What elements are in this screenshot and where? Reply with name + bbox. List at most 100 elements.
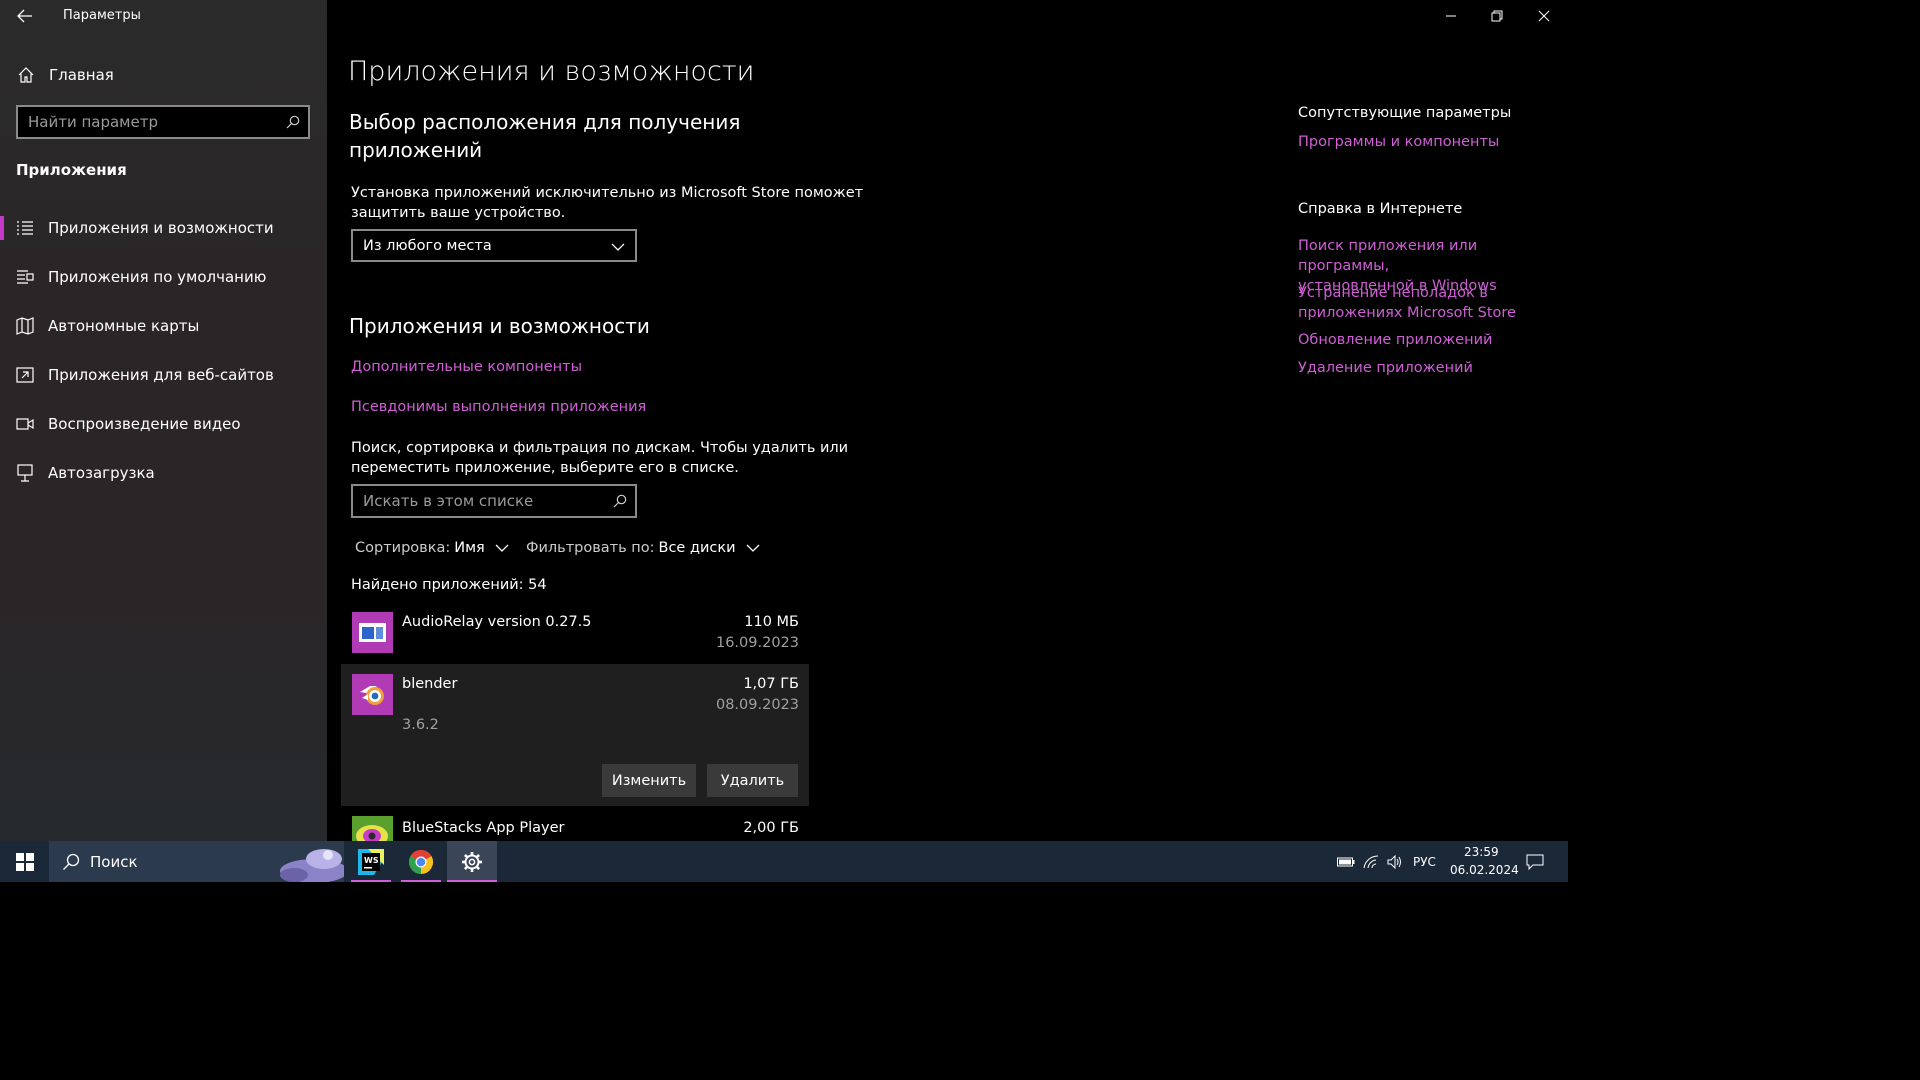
app-name: blender bbox=[402, 676, 458, 692]
running-indicator bbox=[447, 880, 497, 882]
running-indicator bbox=[401, 880, 441, 882]
sidebar-item-label: Приложения для веб-сайтов bbox=[48, 366, 274, 384]
apps-found-count: Найдено приложений: 54 bbox=[351, 577, 547, 593]
location-description: Установка приложений исключительно из Mi… bbox=[351, 183, 863, 223]
start-button[interactable] bbox=[0, 841, 49, 882]
app-name: BlueStacks App Player bbox=[402, 820, 565, 836]
restore-button[interactable] bbox=[1474, 0, 1520, 32]
wifi-icon bbox=[1363, 854, 1379, 868]
notification-center-button[interactable] bbox=[1518, 841, 1552, 882]
location-heading-line: Выбор расположения для получения bbox=[349, 110, 741, 134]
sort-dropdown[interactable]: Сортировка: Имя bbox=[355, 540, 509, 556]
help-link-update-apps[interactable]: Обновление приложений bbox=[1298, 330, 1492, 350]
video-icon bbox=[16, 418, 34, 430]
sidebar-home[interactable]: Главная bbox=[0, 55, 327, 95]
list-item[interactable]: BlueStacks App Player 2,00 ГБ bbox=[341, 810, 809, 841]
close-button[interactable] bbox=[1521, 0, 1567, 32]
search-icon bbox=[63, 853, 80, 870]
bluestacks-icon bbox=[352, 816, 393, 841]
taskbar-search-label: Поиск bbox=[90, 852, 138, 871]
svg-text:WS: WS bbox=[364, 856, 379, 865]
settings-search-box[interactable] bbox=[16, 105, 310, 139]
map-icon bbox=[16, 317, 34, 335]
battery-tray-icon[interactable] bbox=[1334, 841, 1358, 882]
search-description-line: переместить приложение, выберите его в с… bbox=[351, 460, 739, 476]
app-date: 08.09.2023 bbox=[715, 697, 799, 713]
app-size: 1,07 ГБ bbox=[743, 676, 799, 692]
help-link-uninstall-apps[interactable]: Удаление приложений bbox=[1298, 358, 1473, 378]
filter-dropdown[interactable]: Фильтровать по: Все диски bbox=[526, 540, 760, 556]
dropdown-value: Из любого места bbox=[363, 237, 492, 254]
web-app-icon bbox=[16, 367, 34, 383]
optional-features-link[interactable]: Дополнительные компоненты bbox=[351, 359, 582, 375]
location-description-line: защитить ваше устройство. bbox=[351, 205, 566, 221]
sidebar-item-startup[interactable]: Автозагрузка bbox=[0, 453, 327, 493]
chevron-down-icon bbox=[746, 544, 760, 552]
close-icon bbox=[1538, 10, 1550, 22]
sort-value: Имя bbox=[454, 540, 485, 556]
back-arrow-icon bbox=[17, 9, 32, 23]
sidebar-item-video-playback[interactable]: Воспроизведение видео bbox=[0, 404, 327, 444]
filter-value: Все диски bbox=[658, 540, 736, 556]
app-version: 3.6.2 bbox=[402, 717, 439, 733]
chevron-down-icon bbox=[495, 544, 509, 552]
list-item-selected[interactable]: blender 1,07 ГБ 08.09.2023 3.6.2 Изменит… bbox=[341, 664, 809, 806]
blender-icon bbox=[352, 674, 393, 715]
app-execution-aliases-link[interactable]: Псевдонимы выполнения приложения bbox=[351, 399, 646, 415]
app-date: 16.09.2023 bbox=[715, 635, 799, 651]
back-button[interactable] bbox=[12, 4, 38, 28]
filter-label: Фильтровать по: bbox=[526, 540, 655, 556]
help-link-troubleshoot-store[interactable]: Устранение неполадок в приложениях Micro… bbox=[1298, 283, 1516, 323]
running-indicator bbox=[351, 880, 391, 882]
help-link-line: приложениях Microsoft Store bbox=[1298, 305, 1516, 321]
programs-features-link[interactable]: Программы и компоненты bbox=[1298, 132, 1499, 152]
sidebar-item-default-apps[interactable]: Приложения по умолчанию bbox=[0, 257, 327, 297]
location-heading: Выбор расположения для получения приложе… bbox=[349, 108, 740, 164]
sidebar-item-web-apps[interactable]: Приложения для веб-сайтов bbox=[0, 355, 327, 395]
sidebar-item-label: Автономные карты bbox=[48, 317, 200, 335]
related-settings-heading: Сопутствующие параметры bbox=[1298, 105, 1512, 121]
sidebar-section-title: Приложения bbox=[16, 161, 127, 179]
modify-button[interactable]: Изменить bbox=[602, 764, 696, 797]
sidebar-item-label: Приложения по умолчанию bbox=[48, 268, 267, 286]
app-list-search-box[interactable] bbox=[351, 484, 637, 518]
sidebar-item-label: Приложения и возможности bbox=[48, 219, 274, 237]
install-location-dropdown[interactable]: Из любого места bbox=[351, 229, 637, 262]
sidebar-home-label: Главная bbox=[49, 66, 114, 84]
apps-section-heading: Приложения и возможности bbox=[349, 314, 650, 338]
location-description-line: Установка приложений исключительно из Mi… bbox=[351, 185, 864, 201]
search-icon bbox=[613, 494, 627, 508]
taskbar-app-webstorm[interactable]: WS bbox=[347, 841, 395, 882]
app-list-search-input[interactable] bbox=[353, 492, 625, 510]
network-tray-icon[interactable] bbox=[1359, 841, 1383, 882]
default-apps-icon bbox=[17, 270, 34, 284]
search-icon bbox=[286, 115, 300, 129]
audiorelay-icon bbox=[352, 612, 393, 653]
page-title: Приложения и возможности bbox=[348, 56, 755, 87]
app-size: 110 МБ bbox=[744, 614, 799, 630]
minimize-button[interactable] bbox=[1428, 0, 1474, 32]
uninstall-button[interactable]: Удалить bbox=[707, 764, 798, 797]
input-language[interactable]: РУС bbox=[1413, 855, 1436, 869]
app-list: AudioRelay version 0.27.5 110 МБ 16.09.2… bbox=[0, 600, 1568, 841]
volume-tray-icon[interactable] bbox=[1383, 841, 1407, 882]
taskbar: Поиск WS РУС 23:59 06.02.2024 bbox=[0, 841, 1568, 882]
notifications-icon bbox=[1526, 854, 1544, 870]
help-link-line: Поиск приложения или программы, bbox=[1298, 238, 1478, 274]
chevron-down-icon bbox=[611, 243, 625, 251]
clock-time[interactable]: 23:59 bbox=[1464, 845, 1499, 859]
chrome-icon bbox=[408, 849, 434, 874]
restore-icon bbox=[1491, 10, 1503, 22]
taskbar-app-chrome[interactable] bbox=[397, 841, 445, 882]
taskbar-search-box[interactable]: Поиск bbox=[49, 841, 344, 882]
sidebar-item-label: Автозагрузка bbox=[48, 464, 155, 482]
sidebar-item-apps-features[interactable]: Приложения и возможности bbox=[0, 208, 327, 248]
list-item[interactable]: AudioRelay version 0.27.5 110 МБ 16.09.2… bbox=[341, 604, 809, 662]
settings-icon bbox=[462, 851, 482, 872]
sidebar-item-offline-maps[interactable]: Автономные карты bbox=[0, 306, 327, 346]
volume-icon bbox=[1387, 854, 1401, 869]
clock-date[interactable]: 06.02.2024 bbox=[1450, 863, 1519, 877]
battery-icon bbox=[1337, 857, 1355, 866]
settings-search-input[interactable] bbox=[18, 113, 298, 131]
taskbar-app-settings[interactable] bbox=[447, 841, 497, 882]
